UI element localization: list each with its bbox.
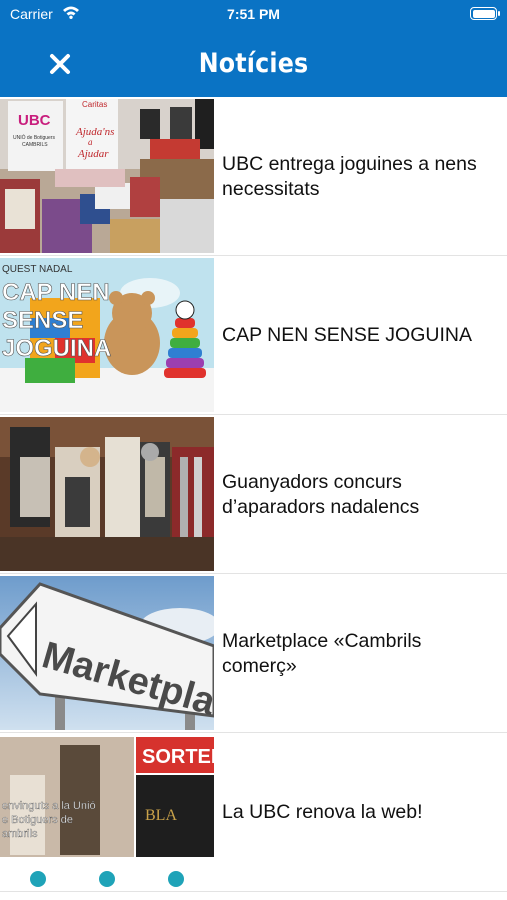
web-banner-line-3: ambrils <box>2 828 38 840</box>
black-friday-label: BLA <box>145 807 177 824</box>
raffle-label: SORTEI <box>142 746 214 768</box>
headline-line-2: SENSE <box>2 307 83 334</box>
ubc-logo-town: CAMBRILS <box>22 142 48 148</box>
news-item[interactable]: QUEST NADAL CAP NEN SENSE JOGUINA CAP NE… <box>0 256 507 415</box>
news-item[interactable]: Guanyadors concurs d’aparadors nadalencs <box>0 415 507 574</box>
news-thumbnail: UBC UNIÓ de Botiguers CAMBRILS Caritas A… <box>0 99 214 253</box>
banner-line-1: Ajuda'ns <box>75 126 114 138</box>
list-icon[interactable] <box>30 871 46 887</box>
news-title: Marketplace «Cambrils comerç» <box>222 629 422 677</box>
page-title: Notícies <box>198 48 309 79</box>
news-title: UBC entrega joguines a nens necessitats <box>222 152 477 200</box>
banner-line-3: Ajudar <box>77 148 109 160</box>
caritas-logo-text: Caritas <box>82 100 107 109</box>
status-bar: Carrier 7:51 PM <box>0 0 507 30</box>
send-icon[interactable] <box>168 871 184 887</box>
clock-label: 7:51 PM <box>227 6 280 22</box>
news-title: CAP NEN SENSE JOGUINA <box>222 324 472 346</box>
news-title: La UBC renova la web! <box>222 801 423 823</box>
web-banner-line-1: envinguts a la Unió <box>2 800 96 812</box>
headline-line-3: JOGUINA <box>2 335 111 362</box>
web-banner-line-2: e Botiguers de <box>2 814 73 826</box>
news-title: Guanyadors concurs d’aparadors nadalencs <box>222 470 420 518</box>
ubc-logo-text: UBC <box>18 112 51 129</box>
news-list: UBC UNIÓ de Botiguers CAMBRILS Caritas A… <box>0 97 507 892</box>
news-item[interactable]: Marketplace Marketplace «Cambrils comerç… <box>0 574 507 733</box>
news-thumbnail: Marketplace <box>0 576 214 730</box>
news-thumbnail: QUEST NADAL CAP NEN SENSE JOGUINA <box>0 258 214 412</box>
banner-line-2: a <box>88 137 93 147</box>
news-item[interactable]: UBC UNIÓ de Botiguers CAMBRILS Caritas A… <box>0 97 507 256</box>
star-icon[interactable] <box>99 871 115 887</box>
headline-line-1: CAP NEN <box>2 279 110 306</box>
thumbnail-tab-strip <box>0 868 214 892</box>
news-thumbnail <box>0 417 214 571</box>
campaign-label: QUEST NADAL <box>2 264 73 275</box>
battery-icon <box>470 7 500 20</box>
news-thumbnail: envinguts a la Unió e Botiguers de ambri… <box>0 735 214 889</box>
nav-bar: Notícies <box>0 30 507 97</box>
ubc-logo-subtitle: UNIÓ de Botiguers <box>13 134 55 141</box>
